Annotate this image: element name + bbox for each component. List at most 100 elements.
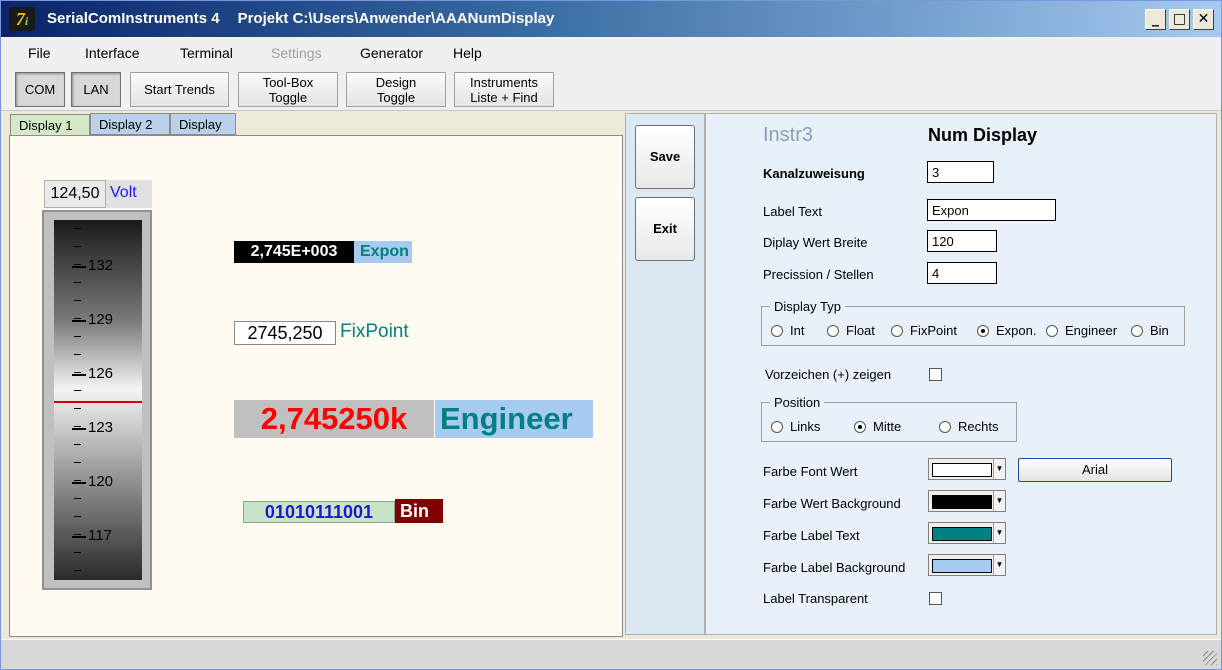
menu-terminal[interactable]: Terminal (180, 45, 233, 61)
num-display-fixpoint-value[interactable]: 2745,250 (234, 321, 336, 345)
instruments-list-button[interactable]: Instruments Liste + Find (454, 72, 554, 107)
position-radio-rechts[interactable]: Rechts (939, 419, 998, 434)
menu-file[interactable]: File (28, 45, 51, 61)
tab-display-1[interactable]: Display 1 (10, 114, 90, 136)
meter-needle (54, 401, 142, 403)
position-radio-links[interactable]: Links (771, 419, 820, 434)
position-group: Position Links Mitte Rechts (761, 395, 1017, 442)
meter-minor-tick (74, 390, 81, 391)
radio-label: Rechts (958, 419, 999, 434)
action-column: Save Exit (625, 113, 705, 635)
precision-label: Precission / Stellen (763, 267, 874, 282)
lan-button[interactable]: LAN (71, 72, 121, 107)
farbe-wert-bg-swatch (932, 495, 992, 509)
radio-icon (939, 420, 951, 433)
wert-breite-input[interactable] (927, 230, 997, 252)
radio-label: Mitte (873, 419, 902, 434)
design-toggle-button[interactable]: Design Toggle (346, 72, 446, 107)
project-path: Projekt C:\Users\Anwender\AAANumDisplay (237, 10, 555, 27)
vorzeichen-checkbox[interactable] (929, 368, 942, 381)
toolbox-label-1: Tool-Box (262, 74, 314, 90)
precision-input[interactable] (927, 262, 997, 284)
label-text-input[interactable] (927, 199, 1056, 221)
meter-major-tick (72, 374, 86, 376)
label-transparent-checkbox[interactable] (929, 592, 942, 605)
position-title: Position (770, 395, 825, 410)
menu-settings[interactable]: Settings (271, 45, 322, 61)
label-transparent-label: Label Transparent (763, 591, 868, 606)
design-label-1: Design (375, 74, 417, 90)
maximize-button[interactable]: □ (1169, 9, 1190, 30)
radio-label: Int (790, 323, 805, 338)
start-trends-button[interactable]: Start Trends (130, 72, 229, 107)
radio-label: Float (846, 323, 875, 338)
meter-minor-tick (74, 318, 81, 319)
meter-minor-tick (74, 336, 81, 337)
radio-icon (854, 420, 866, 433)
farbe-label-bg-picker[interactable]: ▼ (928, 554, 1006, 576)
farbe-font-swatch (932, 463, 992, 477)
font-select-button[interactable]: Arial (1018, 458, 1172, 482)
menu-generator[interactable]: Generator (360, 45, 423, 61)
farbe-label-text-swatch (932, 527, 992, 541)
menu-bar: File Interface Terminal Settings Generat… (1, 37, 1221, 67)
num-display-expon-value[interactable]: 2,745E+003 (234, 241, 354, 263)
display-typ-radio-int[interactable]: Int (771, 323, 804, 338)
close-button[interactable]: ✕ (1193, 9, 1214, 30)
kanal-input[interactable] (927, 161, 994, 183)
meter-minor-tick (74, 552, 81, 553)
display-typ-radio-fixpoint[interactable]: FixPoint (891, 323, 957, 338)
position-radio-mitte[interactable]: Mitte (854, 419, 901, 434)
meter-minor-tick (74, 282, 81, 283)
chevron-down-icon[interactable]: ▼ (993, 491, 1005, 511)
farbe-font-picker[interactable]: ▼ (928, 458, 1006, 480)
tab-display-3[interactable]: Display 3 (170, 113, 236, 147)
resize-grip-icon[interactable] (1203, 651, 1217, 665)
com-button[interactable]: COM (15, 72, 65, 107)
meter-minor-tick (74, 426, 81, 427)
title-bar[interactable]: 7i SerialComInstruments 4 Projekt C:\User… (1, 1, 1221, 37)
num-display-bin-value[interactable]: 01010111001 (243, 501, 395, 523)
radio-icon (827, 324, 839, 337)
radio-icon (977, 324, 989, 337)
analog-meter[interactable]: 132 129 126 123 120 117 (42, 210, 152, 590)
meter-scale-label: 120 (88, 473, 114, 490)
display-canvas: 124,50 Volt 132 129 126 123 120 117 2,745E+00… (9, 135, 623, 637)
exit-button[interactable]: Exit (635, 197, 695, 261)
display-typ-radio-expon[interactable]: Expon. (977, 323, 1036, 338)
meter-readout: 124,50 (44, 180, 106, 208)
display-typ-radio-float[interactable]: Float (827, 323, 875, 338)
farbe-label-bg-swatch (932, 559, 992, 573)
num-display-engineer-value[interactable]: 2,745250k (234, 400, 434, 438)
minimize-button[interactable]: _ (1145, 9, 1166, 30)
farbe-label-text-picker[interactable]: ▼ (928, 522, 1006, 544)
chevron-down-icon[interactable]: ▼ (993, 523, 1005, 543)
meter-minor-tick (74, 300, 81, 301)
vorzeichen-label: Vorzeichen (+) zeigen (765, 367, 892, 382)
radio-icon (771, 420, 783, 433)
menu-interface[interactable]: Interface (85, 45, 139, 61)
wert-breite-label: Diplay Wert Breite (763, 235, 868, 250)
app-window: 7i SerialComInstruments 4 Projekt C:\User… (0, 0, 1222, 670)
farbe-wert-bg-picker[interactable]: ▼ (928, 490, 1006, 512)
num-display-engineer-label: Engineer (435, 400, 593, 438)
label-text-label: Label Text (763, 204, 823, 219)
meter-major-tick (72, 536, 86, 538)
chevron-down-icon[interactable]: ▼ (993, 459, 1005, 479)
menu-help[interactable]: Help (453, 45, 482, 61)
meter-minor-tick (74, 444, 81, 445)
toolbox-toggle-button[interactable]: Tool-Box Toggle (238, 72, 338, 107)
farbe-wert-bg-label: Farbe Wert Background (763, 496, 901, 511)
toolbox-label-2: Toggle (268, 89, 308, 105)
display-typ-radio-bin[interactable]: Bin (1131, 323, 1169, 338)
chevron-down-icon[interactable]: ▼ (993, 555, 1005, 575)
meter-minor-tick (74, 354, 81, 355)
meter-minor-tick (74, 228, 81, 229)
status-bar (1, 639, 1221, 669)
num-display-bin-label: Bin (395, 499, 443, 523)
meter-scale: 132 129 126 123 120 117 (54, 220, 142, 580)
tab-display-2[interactable]: Display 2 (90, 113, 170, 135)
display-typ-title: Display Typ (770, 299, 845, 314)
save-button[interactable]: Save (635, 125, 695, 189)
display-typ-radio-engineer[interactable]: Engineer (1046, 323, 1117, 338)
